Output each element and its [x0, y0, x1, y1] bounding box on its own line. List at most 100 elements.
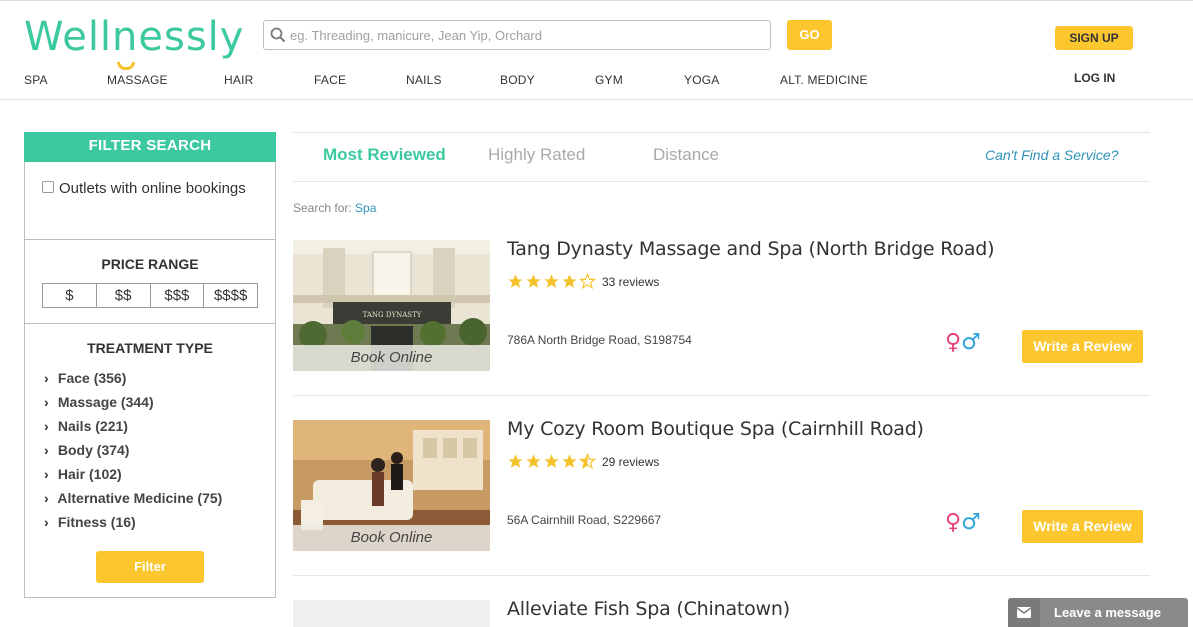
listing-address: 786A North Bridge Road, S198754 — [507, 333, 692, 347]
female-icon: ♀ — [945, 510, 962, 535]
nav-item-gym[interactable]: GYM — [595, 73, 623, 87]
wellnessly-logo[interactable]: Wellnessly — [24, 12, 245, 70]
star-full-icon — [544, 274, 559, 288]
book-online-overlay[interactable]: Book Online — [293, 345, 490, 371]
chevron-right-icon: › — [44, 418, 49, 434]
listing-photo[interactable] — [293, 600, 490, 627]
filter-search-title: FILTER SEARCH — [24, 132, 276, 162]
star-full-icon — [526, 274, 541, 288]
listing-divider — [293, 395, 1150, 396]
listing-photo[interactable]: Book Online — [293, 420, 490, 551]
search-for-term[interactable]: Spa — [355, 201, 376, 215]
listing-photo[interactable]: TANG DYNASTY Book Online — [293, 240, 490, 371]
review-count[interactable]: 29 reviews — [602, 455, 659, 469]
chevron-right-icon: › — [44, 394, 49, 410]
chevron-right-icon: › — [44, 370, 49, 386]
sidebar-divider — [25, 239, 275, 240]
sign-up-button[interactable]: SIGN UP — [1055, 26, 1133, 50]
star-rating: 33 reviews — [507, 273, 659, 290]
write-review-button[interactable]: Write a Review — [1022, 510, 1143, 543]
unisex-icon: ♀♂ — [945, 330, 981, 355]
star-full-icon — [562, 454, 577, 468]
price-range-selector: $ $$ $$$ $$$$ — [42, 283, 258, 308]
write-review-button[interactable]: Write a Review — [1022, 330, 1143, 363]
treatment-item-face[interactable]: › Face (356) — [44, 370, 126, 386]
nav-item-face[interactable]: FACE — [314, 73, 346, 87]
treatment-item-body[interactable]: › Body (374) — [44, 442, 129, 458]
treatment-label: Fitness (16) — [57, 514, 136, 530]
main-top-rule — [293, 132, 1150, 133]
tab-divider — [293, 181, 1150, 182]
cant-find-service-link[interactable]: Can't Find a Service? — [985, 147, 1118, 163]
tab-distance[interactable]: Distance — [653, 145, 719, 165]
treatment-label: Nails (221) — [57, 418, 128, 434]
online-bookings-label[interactable]: Outlets with online bookings — [42, 177, 252, 201]
storefront-sign-text: TANG DYNASTY — [363, 311, 422, 319]
logo-text: Wellnessly — [24, 14, 245, 60]
chevron-right-icon: › — [44, 490, 49, 506]
nav-item-alt-medicine[interactable]: ALT. MEDICINE — [780, 73, 868, 87]
price-range-title: PRICE RANGE — [101, 256, 199, 272]
online-bookings-checkbox[interactable] — [42, 181, 54, 193]
price-option-4[interactable]: $$$$ — [204, 284, 257, 307]
chevron-right-icon: › — [44, 442, 49, 458]
leave-message-label: Leave a message — [1054, 605, 1161, 620]
treatment-label: Face (356) — [57, 370, 127, 386]
nav-item-massage[interactable]: MASSAGE — [107, 73, 168, 87]
search-box — [263, 20, 771, 50]
star-full-icon — [544, 454, 559, 468]
treatment-label: Body (374) — [57, 442, 130, 458]
tab-most-reviewed[interactable]: Most Reviewed — [323, 145, 446, 165]
treatment-type-title: TREATMENT TYPE — [87, 340, 213, 356]
treatment-label: Massage (344) — [57, 394, 154, 410]
search-icon — [270, 27, 286, 43]
chat-icon-box — [1008, 598, 1040, 627]
nav-item-nails[interactable]: NAILS — [406, 73, 442, 87]
treatment-label: Alternative Medicine (75) — [57, 490, 223, 506]
treatment-label: Hair (102) — [57, 466, 122, 482]
envelope-icon — [1017, 607, 1031, 618]
listing-title[interactable]: My Cozy Room Boutique Spa (Cairnhill Roa… — [507, 418, 924, 440]
site-header: Wellnessly GO SIGN UP LOG IN SPA MASSAGE… — [0, 0, 1193, 100]
book-online-overlay[interactable]: Book Online — [293, 525, 490, 551]
listing-title[interactable]: Alleviate Fish Spa (Chinatown) — [507, 598, 790, 620]
logo-smile-icon — [117, 62, 135, 70]
nav-item-body[interactable]: BODY — [500, 73, 535, 87]
listing-divider — [293, 575, 1150, 576]
star-full-icon — [526, 454, 541, 468]
filter-sidebar: FILTER SEARCH Outlets with online bookin… — [24, 132, 276, 598]
price-option-1[interactable]: $ — [43, 284, 97, 307]
treatment-item-alternative-medicine[interactable]: › Alternative Medicine (75) — [44, 490, 222, 506]
filter-button[interactable]: Filter — [96, 551, 204, 583]
treatment-item-massage[interactable]: › Massage (344) — [44, 394, 154, 410]
star-rating: 29 reviews — [507, 453, 659, 470]
nav-item-hair[interactable]: HAIR — [224, 73, 253, 87]
star-half-icon — [579, 453, 596, 470]
star-full-icon — [508, 454, 523, 468]
price-option-3[interactable]: $$$ — [151, 284, 205, 307]
star-full-icon — [562, 274, 577, 288]
go-button[interactable]: GO — [787, 20, 832, 50]
review-count[interactable]: 33 reviews — [602, 275, 659, 289]
search-input[interactable] — [290, 21, 760, 49]
search-for-line: Search for: Spa — [293, 201, 376, 215]
nav-item-spa[interactable]: SPA — [24, 73, 48, 87]
nav-item-yoga[interactable]: YOGA — [684, 73, 719, 87]
male-icon: ♂ — [961, 330, 981, 355]
chevron-right-icon: › — [44, 466, 49, 482]
leave-message-widget[interactable]: Leave a message — [1008, 598, 1188, 627]
treatment-item-nails[interactable]: › Nails (221) — [44, 418, 128, 434]
treatment-item-fitness[interactable]: › Fitness (16) — [44, 514, 136, 530]
star-full-icon — [508, 274, 523, 288]
sidebar-divider — [25, 323, 275, 324]
log-in-link[interactable]: LOG IN — [1074, 71, 1115, 85]
unisex-icon: ♀♂ — [945, 510, 981, 535]
star-empty-icon — [579, 273, 596, 290]
chevron-right-icon: › — [44, 514, 49, 530]
search-for-label: Search for: — [293, 201, 352, 215]
tab-highly-rated[interactable]: Highly Rated — [488, 145, 585, 165]
female-icon: ♀ — [945, 330, 962, 355]
price-option-2[interactable]: $$ — [97, 284, 151, 307]
listing-title[interactable]: Tang Dynasty Massage and Spa (North Brid… — [507, 238, 995, 260]
treatment-item-hair[interactable]: › Hair (102) — [44, 466, 122, 482]
